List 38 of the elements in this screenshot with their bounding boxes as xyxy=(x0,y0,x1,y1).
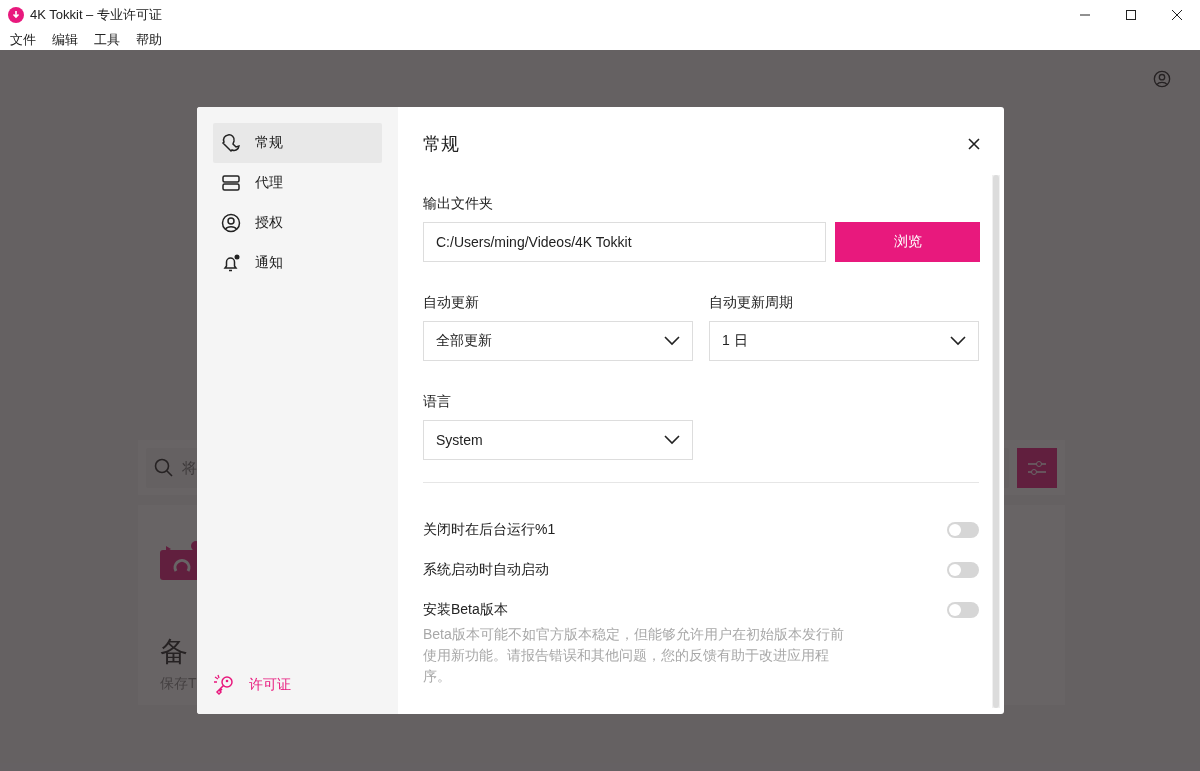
dropdown[interactable]: System xyxy=(423,420,693,460)
dropdown[interactable]: 1 日 xyxy=(709,321,979,361)
toggle-label: 系统启动时自动启动 xyxy=(423,561,549,579)
field-label: 语言 xyxy=(423,393,452,411)
license-link[interactable]: 许可证 xyxy=(213,670,382,700)
sidebar-item[interactable]: 代理 xyxy=(213,163,382,203)
sidebar-item[interactable]: 通知 xyxy=(213,243,382,283)
menu-item[interactable]: 帮助 xyxy=(128,30,170,50)
chevron-down-icon xyxy=(664,435,680,445)
chevron-down-icon xyxy=(664,336,680,346)
dropdown[interactable]: 全部更新 xyxy=(423,321,693,361)
field-label: 自动更新周期 xyxy=(709,294,794,312)
sidebar-item[interactable]: 授权 xyxy=(213,203,382,243)
toggle-switch[interactable] xyxy=(947,602,979,618)
toggle-switch[interactable] xyxy=(947,562,979,578)
folder-path-field[interactable]: C:/Users/ming/Videos/4K Tokkit xyxy=(423,222,826,262)
sidebar-item[interactable]: 常规 xyxy=(213,123,382,163)
toggle-label: 安装Beta版本 xyxy=(423,601,508,619)
menu-item[interactable]: 文件 xyxy=(2,30,44,50)
server-icon xyxy=(221,175,241,191)
toggle-label: 关闭时在后台运行%1 xyxy=(423,521,556,539)
toggle-switch[interactable] xyxy=(947,522,979,538)
toggle-description: Beta版本可能不如官方版本稳定，但能够允许用户在初始版本发行前使用新功能。请报告错误和其他问题，您的反馈有助于改进应用程序。 xyxy=(423,625,845,686)
bell-icon xyxy=(221,253,241,273)
chevron-down-icon xyxy=(950,336,966,346)
close-icon[interactable] xyxy=(968,138,980,150)
menu-item[interactable]: 编辑 xyxy=(44,30,86,50)
menu-item[interactable]: 工具 xyxy=(86,30,128,50)
app-logo-icon xyxy=(8,7,24,23)
field-label: 自动更新 xyxy=(423,294,480,312)
key-icon xyxy=(213,674,235,696)
dialog-title: 常规 xyxy=(423,133,459,156)
browse-button[interactable]: 浏览 xyxy=(835,222,980,262)
card-title: 备 xyxy=(160,635,188,669)
scrollbar[interactable] xyxy=(992,175,1000,708)
user-circle-icon xyxy=(221,213,241,233)
window-title: 4K Tokkit – 专业许可证 xyxy=(30,6,163,24)
field-label: 输出文件夹 xyxy=(423,195,494,213)
